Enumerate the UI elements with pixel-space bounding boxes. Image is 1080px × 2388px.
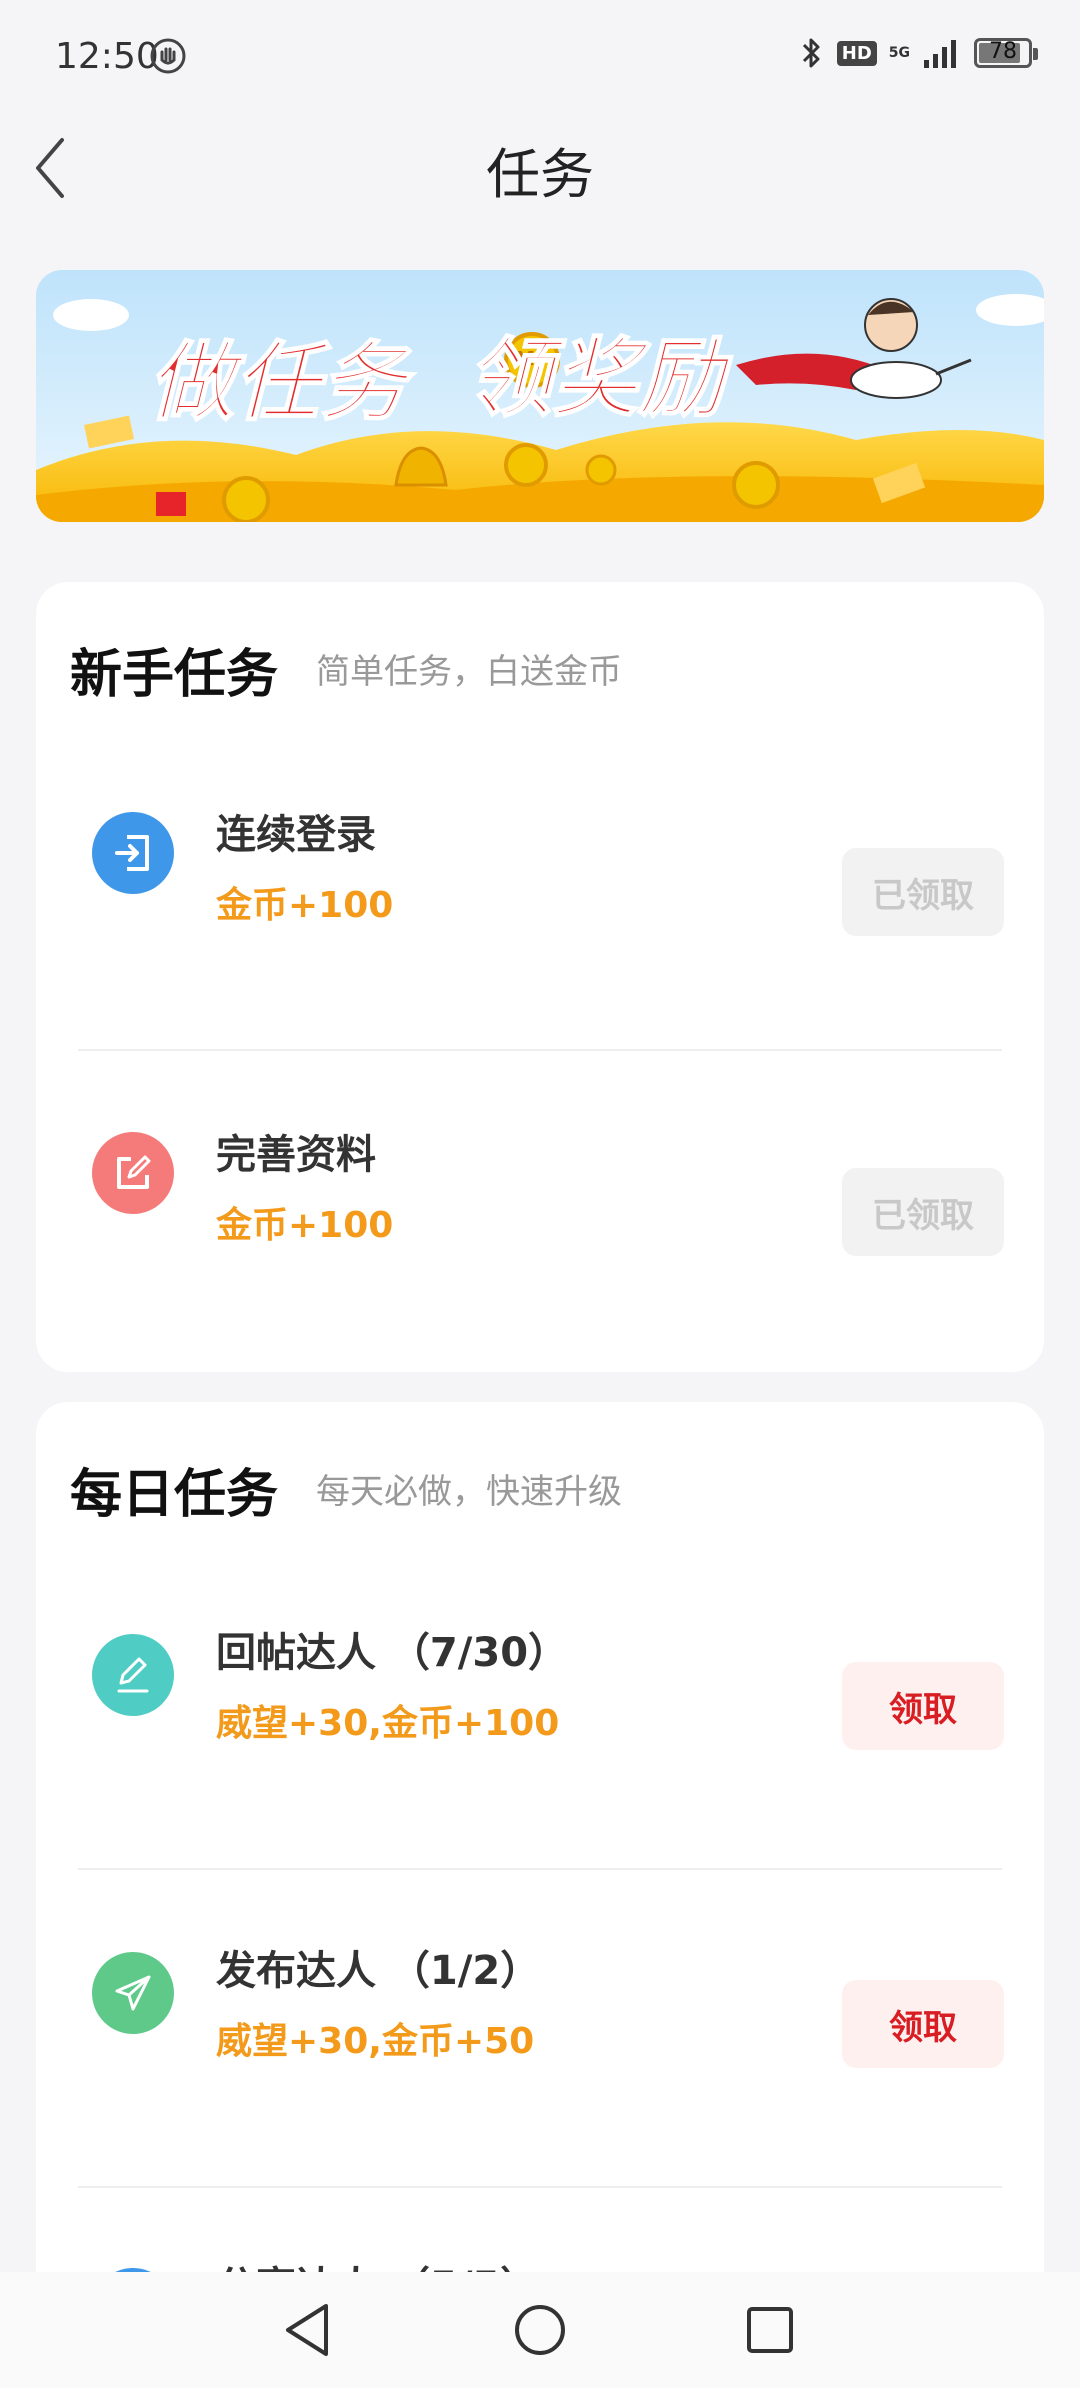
task-name: 完善资料 [216,1132,376,1178]
task-name: 连续登录 [216,812,376,858]
divider [78,2186,1002,2188]
divider [78,1868,1002,1870]
task-name: 发布达人 （1/2） [216,1948,541,1994]
svg-text:领奖励: 领奖励 [466,329,733,429]
login-icon [92,812,174,894]
bluetooth-icon [802,38,820,68]
send-plane-icon [92,1952,174,2034]
reply-pen-icon [92,1634,174,1716]
svg-text:做任务: 做任务 [148,333,416,433]
status-icons: HD 5G 78 [799,36,1038,70]
nav-recents-icon[interactable] [734,2294,806,2366]
task-row-profile: 完善资料 金币+100 已领取 [36,1122,1044,1282]
claimed-button[interactable]: 已领取 [842,848,1004,936]
task-reward: 金币+100 [216,885,394,926]
daily-section-subtitle: 每天必做，快速升级 [316,1472,622,1512]
battery-level: 78 [989,39,1017,64]
nav-home-icon[interactable] [504,2294,576,2366]
gesture-icon [150,38,186,74]
banner-illustration: ¥ 做任务 领奖励 [36,270,1044,522]
hd-badge: HD [836,40,877,66]
signal-icon [924,40,956,68]
divider [78,1049,1002,1051]
status-bar: 12:50 HD 5G 78 [0,0,1080,110]
claimed-button[interactable]: 已领取 [842,1168,1004,1256]
task-reward: 威望+30,金币+50 [216,2021,535,2062]
claim-button[interactable]: 领取 [842,1662,1004,1750]
task-row-publish: 发布达人 （1/2） 威望+30,金币+50 领取 [36,1938,1044,2098]
system-nav-bar [0,2272,1080,2388]
network-type: 5G [888,45,910,61]
daily-section-title: 每日任务 [70,1465,279,1525]
edit-profile-icon [92,1132,174,1214]
page-title: 任务 [486,143,594,206]
newbie-section-title: 新手任务 [70,645,279,705]
battery-icon: 78 [974,38,1038,68]
task-reward: 金币+100 [216,1205,394,1246]
promo-banner[interactable]: ¥ 做任务 领奖励 [36,270,1044,522]
claim-button[interactable]: 领取 [842,1980,1004,2068]
task-name: 回帖达人 （7/30） [216,1630,569,1676]
task-reward: 威望+30,金币+100 [216,1703,560,1744]
newbie-task-card: 新手任务 简单任务，白送金币 连续登录 金币+100 已领取 完善资料 金币+1… [36,582,1044,1372]
daily-task-card: 每日任务 每天必做，快速升级 回帖达人 （7/30） 威望+30,金币+100 … [36,1402,1044,2302]
task-row-login: 连续登录 金币+100 已领取 [36,802,1044,962]
status-time: 12:50 [55,36,159,77]
newbie-section-subtitle: 简单任务，白送金币 [316,652,622,692]
task-row-reply: 回帖达人 （7/30） 威望+30,金币+100 领取 [36,1620,1044,1780]
nav-back-icon[interactable] [272,2294,344,2366]
top-bar: 任务 [0,110,1080,215]
